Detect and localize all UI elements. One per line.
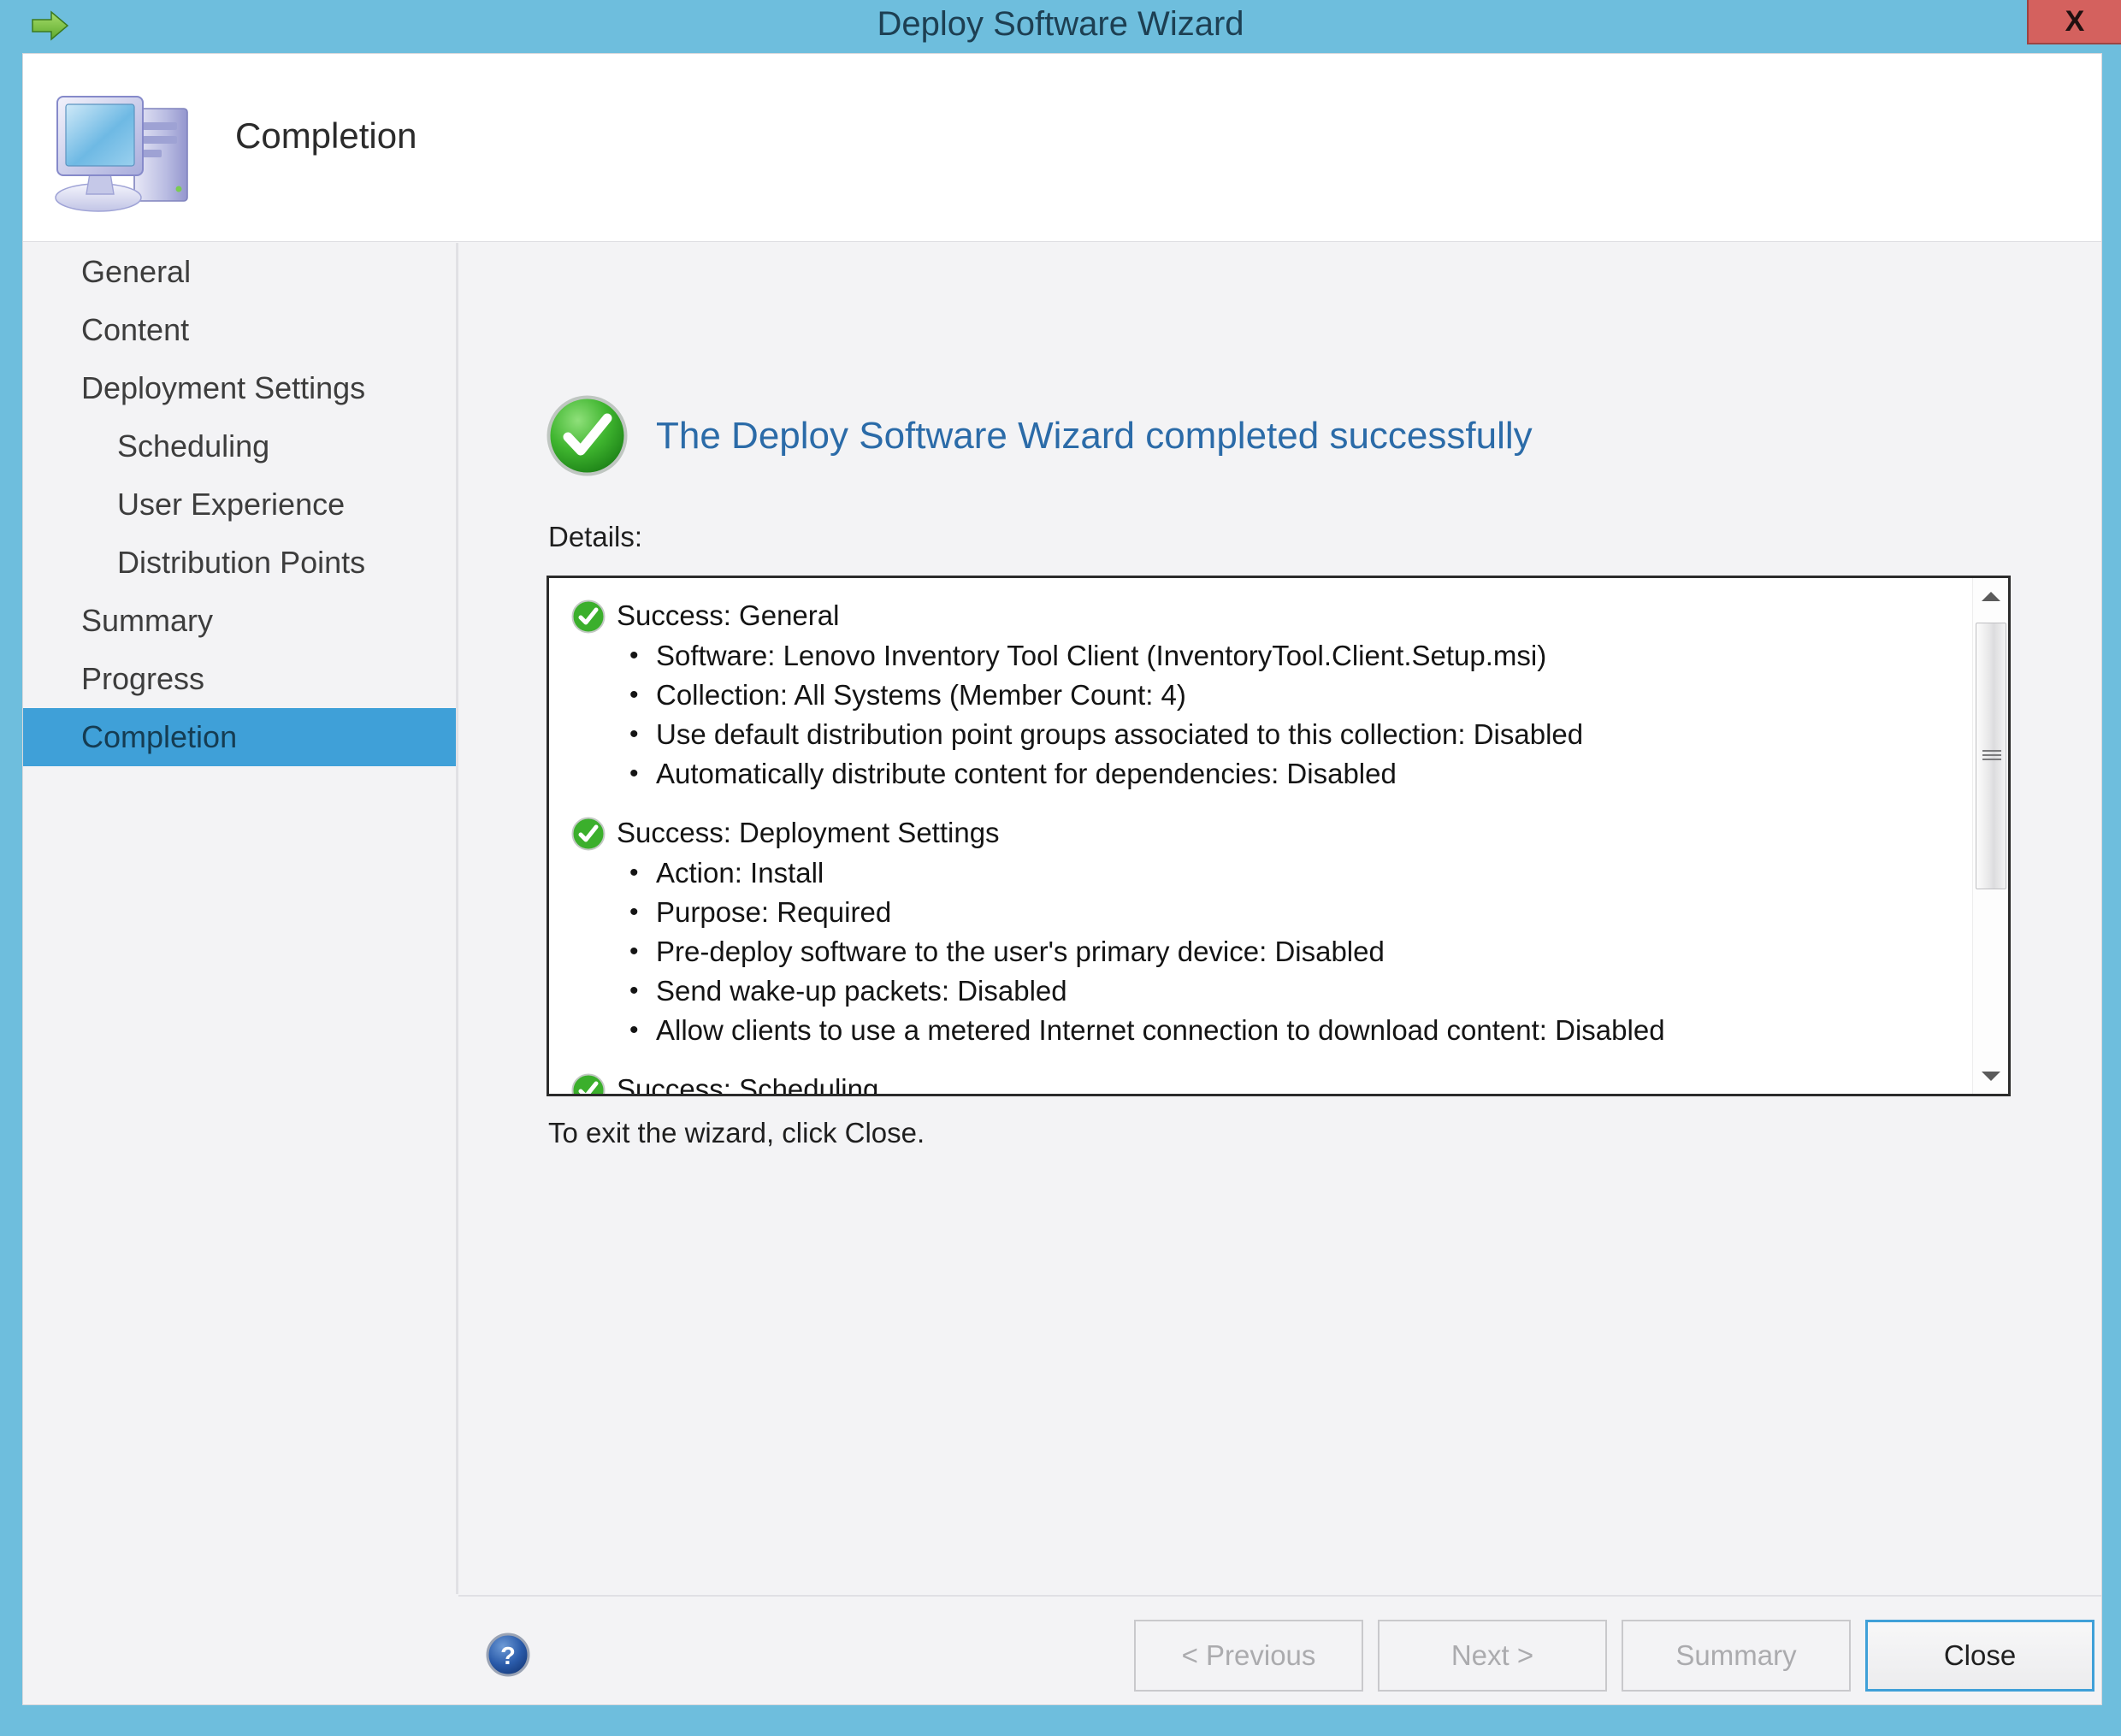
- sidebar-item-label: Completion: [81, 719, 238, 754]
- success-check-icon: [571, 599, 606, 634]
- details-group-title: Success: Scheduling: [617, 1073, 879, 1096]
- list-item: Software: Lenovo Inventory Tool Client (…: [571, 638, 1969, 674]
- help-question-icon[interactable]: ?: [486, 1633, 530, 1677]
- success-heading: The Deploy Software Wizard completed suc…: [656, 414, 1533, 457]
- success-check-icon: [571, 1073, 606, 1094]
- page-title: Completion: [235, 115, 417, 156]
- list-item: Action: Install: [571, 855, 1969, 891]
- sidebar-item-label: Deployment Settings: [81, 370, 366, 405]
- details-group-title: Success: Deployment Settings: [617, 817, 1000, 848]
- sidebar-item-deployment-settings[interactable]: Deployment Settings: [23, 359, 456, 417]
- success-check-icon: [546, 394, 629, 477]
- sidebar-item-completion[interactable]: Completion: [23, 708, 456, 766]
- list-item: Purpose: Required: [571, 895, 1969, 930]
- list-item: Use default distribution point groups as…: [571, 717, 1969, 753]
- success-banner: The Deploy Software Wizard completed suc…: [546, 394, 1533, 477]
- sidebar-item-label: Scheduling: [117, 428, 270, 464]
- details-group: Success: Scheduling Schedule when this d…: [571, 1071, 1969, 1096]
- details-label: Details:: [548, 521, 643, 552]
- window-frame-right: [2102, 53, 2121, 1736]
- list-item: Pre-deploy software to the user's primar…: [571, 934, 1969, 970]
- window-frame-bottom: [0, 1705, 2121, 1736]
- sidebar-item-summary[interactable]: Summary: [23, 592, 456, 650]
- window-title: Deploy Software Wizard: [877, 5, 1244, 43]
- details-scrollbar[interactable]: [1972, 578, 2008, 1094]
- details-group: Success: Deployment Settings Action: Ins…: [571, 814, 1969, 1048]
- list-item: Send wake-up packets: Disabled: [571, 973, 1969, 1009]
- main-pane: The Deploy Software Wizard completed suc…: [458, 243, 2101, 1594]
- sidebar-item-label: User Experience: [117, 487, 346, 522]
- close-button[interactable]: Close: [1865, 1620, 2094, 1692]
- details-listbox[interactable]: Success: General Software: Lenovo Invent…: [546, 576, 2011, 1096]
- sidebar-item-label: Distribution Points: [117, 545, 366, 580]
- page-header: Completion: [23, 54, 2101, 242]
- list-item: Collection: All Systems (Member Count: 4…: [571, 677, 1969, 713]
- svg-text:?: ?: [500, 1643, 516, 1670]
- details-group: Success: General Software: Lenovo Invent…: [571, 597, 1969, 792]
- previous-button[interactable]: < Previous: [1134, 1620, 1363, 1692]
- details-content: Success: General Software: Lenovo Invent…: [549, 578, 1969, 1094]
- scrollbar-grip-icon: [1982, 750, 2001, 762]
- scrollbar-thumb[interactable]: [1976, 623, 2006, 889]
- deploy-software-wizard-window: Deploy Software Wizard X Completion Gene…: [0, 0, 2121, 1736]
- details-group-items: Software: Lenovo Inventory Tool Client (…: [571, 638, 1969, 792]
- sidebar-item-label: General: [81, 254, 192, 289]
- wizard-step-list: General Content Deployment Settings Sche…: [23, 243, 457, 1594]
- sidebar-item-label: Content: [81, 312, 190, 347]
- sidebar-item-label: Summary: [81, 603, 214, 638]
- window-frame-left: [0, 53, 22, 1736]
- scroll-up-icon[interactable]: [1973, 578, 2008, 614]
- sidebar-item-distribution-points[interactable]: Distribution Points: [23, 534, 456, 592]
- computer-monitor-icon: [49, 78, 198, 219]
- details-group-items: Action: Install Purpose: Required Pre-de…: [571, 855, 1969, 1048]
- details-group-header: Success: Scheduling: [571, 1071, 1969, 1096]
- wizard-client-area: Completion General Content Deployment Se…: [22, 53, 2102, 1705]
- list-item: Allow clients to use a metered Internet …: [571, 1013, 1969, 1048]
- details-group-header: Success: General: [571, 597, 1969, 635]
- close-icon[interactable]: X: [2027, 0, 2121, 44]
- success-check-icon: [571, 817, 606, 851]
- sidebar-item-label: Progress: [81, 661, 205, 696]
- details-group-header: Success: Deployment Settings: [571, 814, 1969, 852]
- details-group-title: Success: General: [617, 599, 840, 631]
- scroll-down-icon[interactable]: [1973, 1058, 2008, 1094]
- title-bar: Deploy Software Wizard X: [0, 0, 2121, 53]
- sidebar-item-user-experience[interactable]: User Experience: [23, 475, 456, 534]
- sidebar-item-progress[interactable]: Progress: [23, 650, 456, 708]
- exit-hint-text: To exit the wizard, click Close.: [548, 1117, 925, 1148]
- footer-bar: ? < Previous Next > Summary Close: [458, 1597, 2101, 1704]
- list-item: Automatically distribute content for dep…: [571, 756, 1969, 792]
- next-button[interactable]: Next >: [1378, 1620, 1607, 1692]
- sidebar-item-scheduling[interactable]: Scheduling: [23, 417, 456, 475]
- sidebar-item-general[interactable]: General: [23, 243, 456, 301]
- sidebar-item-content[interactable]: Content: [23, 301, 456, 359]
- summary-button[interactable]: Summary: [1622, 1620, 1851, 1692]
